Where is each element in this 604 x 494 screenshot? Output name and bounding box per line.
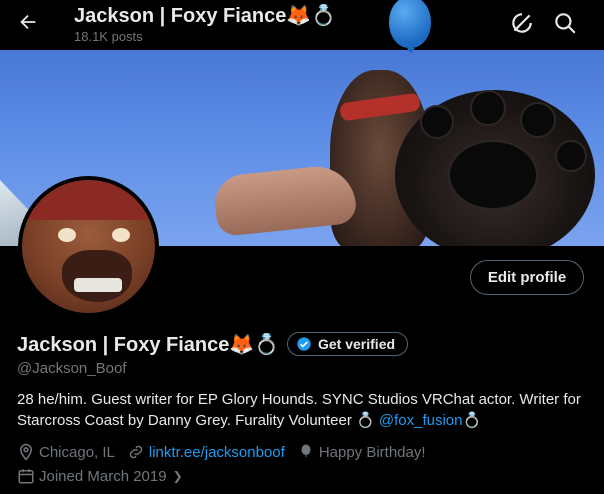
notification-off-button[interactable]	[509, 10, 535, 36]
avatar-hair	[22, 180, 155, 220]
top-bar: Jackson | Foxy Fiance🦊💍 18.1K posts	[0, 0, 604, 50]
birthday-balloon-icon	[389, 0, 431, 54]
header-title: Jackson | Foxy Fiance🦊💍	[74, 5, 337, 27]
profile-meta-row: Chicago, IL linktr.ee/jacksonboof Happy …	[17, 443, 438, 461]
birthday-text: Happy Birthday!	[318, 443, 426, 461]
profile-joined-row: Joined March 2019 ❯	[17, 467, 195, 485]
get-verified-label: Get verified	[318, 336, 396, 352]
location-item: Chicago, IL	[17, 443, 115, 461]
avatar-eye	[112, 228, 130, 242]
back-button[interactable]	[14, 11, 42, 35]
user-handle: @Jackson_Boof	[17, 360, 127, 377]
notification-off-icon	[512, 13, 532, 33]
avatar-image	[22, 180, 155, 313]
profile-avatar[interactable]	[18, 176, 159, 317]
bio-suffix-emoji: 💍	[462, 411, 482, 429]
calendar-icon	[18, 469, 34, 484]
paw-pad	[448, 140, 538, 210]
paw-toe	[555, 140, 587, 172]
avatar-snout	[62, 250, 132, 302]
website-link[interactable]: linktr.ee/jacksonboof	[149, 444, 285, 461]
birthday-item: Happy Birthday!	[297, 443, 426, 461]
search-icon	[555, 13, 576, 34]
paw-toe	[420, 105, 454, 139]
bio-mention-link[interactable]: @fox_fusion	[379, 412, 463, 429]
avatar-eye	[58, 228, 76, 242]
verified-badge-icon	[297, 337, 311, 351]
header-post-count: 18.1K posts	[74, 29, 143, 44]
paw-toe	[520, 102, 556, 138]
edit-profile-button[interactable]: Edit profile	[470, 260, 584, 295]
avatar-teeth	[74, 278, 122, 292]
back-arrow-icon	[20, 14, 36, 30]
search-button[interactable]	[552, 10, 578, 36]
joined-item: Joined March 2019 ❯	[17, 467, 183, 485]
profile-bio: 28 he/him. Guest writer for EP Glory Hou…	[17, 389, 592, 431]
website-item: linktr.ee/jacksonboof	[127, 443, 285, 461]
bio-text: 28 he/him. Guest writer for EP Glory Hou…	[17, 391, 581, 429]
display-name: Jackson | Foxy Fiance🦊💍	[17, 334, 280, 356]
location-text: Chicago, IL	[39, 443, 115, 461]
balloon-icon	[301, 444, 311, 457]
joined-text: Joined March 2019	[39, 467, 167, 485]
paw-toe	[470, 90, 506, 126]
link-icon	[129, 445, 143, 459]
get-verified-button[interactable]: Get verified	[287, 332, 409, 356]
location-pin-icon	[19, 443, 33, 461]
chevron-right-icon[interactable]: ❯	[173, 469, 183, 483]
